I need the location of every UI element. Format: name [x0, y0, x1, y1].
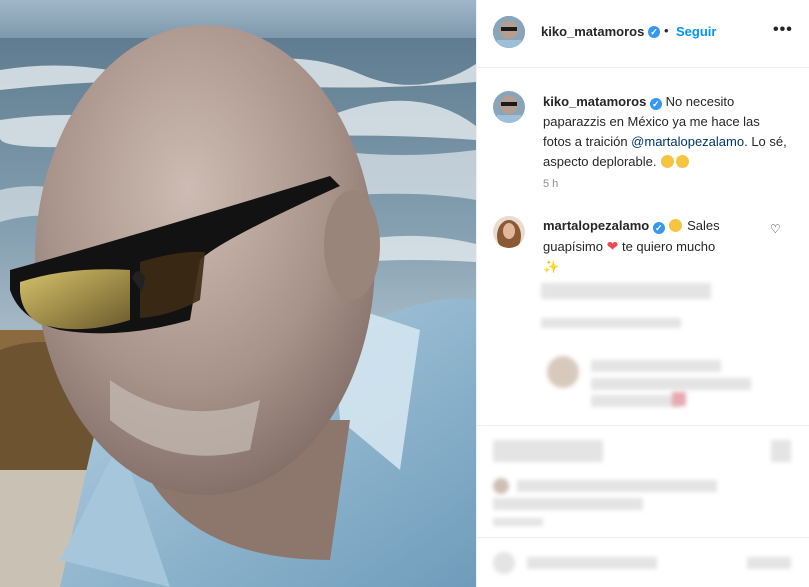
separator-dot: •	[664, 23, 669, 38]
comment-text: martalopezalamo ✓ Sales guapísimo ❤ te q…	[543, 216, 767, 277]
caption-mention[interactable]: @martalopezalamo	[631, 134, 744, 149]
caption-text: kiko_matamoros ✓ No necesito paparazzis …	[543, 92, 791, 172]
more-options-icon[interactable]: •••	[773, 21, 793, 39]
sparkles-emoji-icon: ✨	[543, 259, 560, 274]
caption-username[interactable]: kiko_matamoros	[543, 94, 646, 109]
divider	[477, 537, 809, 538]
verified-badge-icon: ✓	[648, 26, 660, 38]
blurred-comment-input	[527, 557, 657, 569]
red-heart-emoji-icon: ❤	[606, 238, 619, 254]
caption-avatar[interactable]	[493, 91, 525, 123]
post-side-panel: kiko_matamoros ✓ • Seguir ••• kiko_matam…	[476, 0, 809, 587]
grin-sweat-emoji-icon	[669, 219, 683, 232]
post-username[interactable]: kiko_matamoros	[541, 24, 644, 39]
post-photo[interactable]	[0, 0, 476, 587]
cold-sweat-emoji-icon	[661, 155, 675, 168]
comment-body-end: te quiero mucho	[621, 239, 716, 254]
avatar[interactable]	[493, 16, 525, 48]
blurred-bookmark	[771, 440, 791, 462]
blurred-date	[493, 518, 543, 526]
heart-outline-icon[interactable]: ♡	[770, 222, 781, 236]
avatar-image	[493, 91, 525, 123]
blurred-likes	[517, 480, 717, 492]
blurred-comment	[541, 283, 711, 299]
caption-timestamp[interactable]: 5 h	[543, 178, 558, 190]
cold-sweat-emoji-icon	[676, 155, 690, 168]
blurred-emoji-button	[493, 552, 515, 574]
blurred-liker-avatar	[493, 478, 509, 494]
blurred-emoji	[672, 392, 686, 406]
post-header: kiko_matamoros ✓ • Seguir •••	[477, 0, 809, 68]
follow-button[interactable]: Seguir	[676, 24, 716, 39]
blurred-reply	[591, 395, 681, 407]
blurred-reply	[591, 360, 721, 372]
verified-badge-icon: ✓	[649, 98, 662, 110]
avatar-image	[493, 216, 525, 248]
blurred-comment-meta	[541, 318, 681, 328]
comment-username[interactable]: martalopezalamo	[543, 218, 649, 233]
blurred-reply	[591, 378, 751, 390]
avatar-image	[493, 16, 525, 48]
photo-image	[0, 0, 476, 587]
divider	[477, 425, 809, 426]
blurred-action-bar	[493, 440, 603, 462]
comment-avatar[interactable]	[493, 216, 525, 248]
verified-badge-icon: ✓	[652, 222, 665, 234]
blurred-avatar	[547, 356, 579, 388]
blurred-publish-button	[747, 557, 791, 569]
blurred-likes	[493, 498, 643, 510]
